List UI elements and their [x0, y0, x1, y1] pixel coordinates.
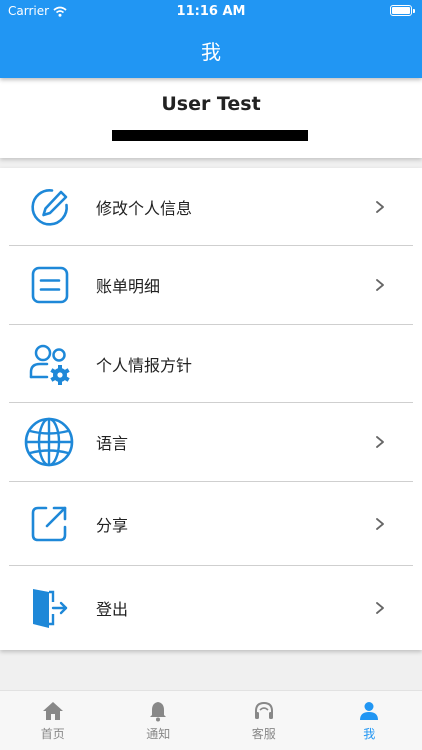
user-email-redacted: ████████████ [112, 130, 308, 141]
home-icon [42, 702, 63, 720]
headset-icon [254, 701, 273, 719]
tab-notifications[interactable]: 通知 [106, 691, 212, 750]
tab-home[interactable]: 首页 [0, 691, 106, 750]
chevron-right-icon [376, 602, 384, 614]
settings-menu: 修改个人信息 账单明细 个人情报方针 语言 分享 登出 [0, 168, 422, 650]
globe-icon [21, 414, 77, 470]
tab-customer-service[interactable]: 客服 [211, 691, 317, 750]
privacy-settings-icon [27, 341, 73, 387]
status-time: 11:16 AM [176, 4, 246, 19]
tab-label: 客服 [251, 727, 276, 741]
tab-label: 首页 [40, 727, 65, 741]
app-header: Carrier 11:16 AM 我 [0, 0, 422, 78]
user-name: User Test [161, 93, 261, 115]
menu-label: 修改个人信息 [96, 198, 193, 218]
tab-me[interactable]: 我 [317, 691, 422, 750]
tab-label: 通知 [146, 727, 171, 741]
user-email: ████████████ [173, 138, 247, 147]
menu-item-language[interactable]: 语言 [9, 403, 413, 482]
person-icon [360, 702, 379, 720]
menu-item-privacy-policy[interactable]: 个人情报方针 [9, 325, 413, 403]
tab-bar: 首页 通知 客服 我 [0, 690, 422, 750]
logout-icon [27, 585, 73, 631]
menu-label: 账单明细 [96, 277, 161, 296]
menu-item-logout[interactable]: 登出 [9, 566, 413, 650]
menu-item-bill-details[interactable]: 账单明细 [9, 246, 413, 325]
page-title: 我 [201, 40, 221, 64]
chevron-right-icon [376, 517, 384, 530]
menu-label: 分享 [96, 515, 129, 535]
menu-item-share[interactable]: 分享 [9, 482, 413, 566]
chevron-right-icon [376, 436, 384, 448]
share-icon [27, 501, 73, 547]
profile-card: User Test ████████████ [0, 78, 422, 158]
bill-icon [27, 262, 73, 308]
menu-label: 登出 [96, 600, 129, 619]
bell-icon [150, 702, 167, 722]
menu-item-edit-profile[interactable]: 修改个人信息 [9, 168, 413, 246]
menu-label: 语言 [96, 434, 129, 453]
edit-icon [27, 184, 73, 230]
battery-icon [390, 5, 415, 16]
tab-label: 我 [363, 727, 376, 741]
menu-label: 个人情报方针 [96, 355, 193, 375]
status-bar: Carrier 11:16 AM [0, 0, 422, 22]
chevron-right-icon [376, 279, 384, 291]
chevron-right-icon [376, 200, 384, 213]
